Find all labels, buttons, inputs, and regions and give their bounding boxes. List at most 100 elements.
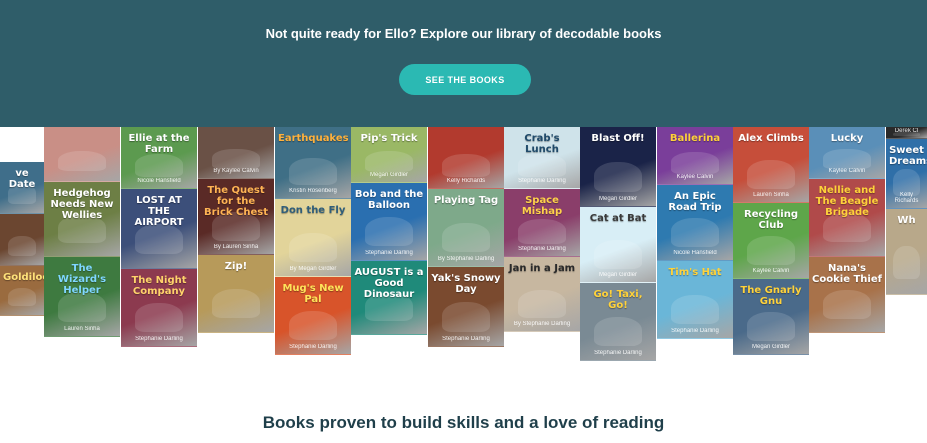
book-cover[interactable]: Goldilocks (0, 266, 44, 316)
book-column: Pip's Trick Megan Girdler Bob and the Ball… (351, 127, 427, 367)
book-title: The Gnarly Gnu (740, 285, 802, 307)
book-column: Blast Off! Megan Girdler Cat at Bat Megan G… (580, 127, 656, 367)
book-title: Lucky (830, 133, 864, 144)
book-cover[interactable]: Wh (886, 209, 927, 295)
book-cover[interactable] (0, 214, 44, 266)
book-cover[interactable]: An Epic Road Trip Nicole Hansfield (657, 185, 733, 261)
book-cover-wall: ve Date GoldilocksHedgehog Needs New Well… (0, 127, 927, 367)
cover-illustration (441, 222, 491, 253)
book-cover[interactable]: Mug's New Pal Stephanie Darling (275, 277, 351, 355)
book-cover[interactable]: Sweet Dreams Kelly Richards (886, 139, 927, 209)
book-title: Pip's Trick (360, 133, 418, 144)
cover-illustration (593, 161, 643, 192)
book-cover[interactable]: Lucky Kaylee Calvin (809, 127, 885, 179)
book-title: Mug's New Pal (282, 283, 344, 305)
book-cover[interactable]: Crab's Lunch Stephanie Darling (504, 127, 580, 189)
book-title: Crab's Lunch (524, 133, 560, 155)
book-author: Derek Cl (894, 128, 919, 134)
book-cover[interactable] (44, 127, 120, 182)
book-author: Kaylee Calvin (676, 174, 714, 180)
section-title: Books proven to build skills and a love … (262, 413, 665, 432)
cover-illustration (441, 301, 491, 332)
book-title: The Night Company (131, 275, 187, 297)
book-title: Ballerina (669, 133, 721, 144)
book-column: Alex Climbs Lauren Sinha Recycling Club Kay… (733, 127, 809, 367)
book-cover[interactable]: The Night Company Stephanie Darling (121, 269, 197, 347)
book-author: Stephanie Darling (594, 350, 642, 356)
book-author: Stephanie Darling (442, 336, 490, 342)
book-cover[interactable]: Yak's Snowy Day Stephanie Darling (428, 267, 504, 347)
book-author: Kelly Richards (894, 192, 919, 204)
book-cover[interactable]: Zip! (198, 255, 274, 333)
book-cover[interactable]: Kelly Richards (428, 127, 504, 189)
cover-illustration (288, 232, 338, 263)
book-cover[interactable]: Jan in a Jam By Stephanie Darling (504, 257, 580, 332)
book-cover[interactable]: Don the Fly By Megan Girdler (275, 199, 351, 277)
book-cover[interactable]: Ellie at the Farm Nicole Hansfield (121, 127, 197, 189)
book-cover[interactable]: Go! Taxi, Go! Stephanie Darling (580, 283, 656, 361)
book-cover[interactable]: Nellie and The Beagle Brigade (809, 179, 885, 257)
cover-illustration (822, 290, 872, 319)
cover-illustration (593, 240, 643, 269)
cover-illustration (57, 150, 107, 172)
book-column: ve Date Goldilocks (0, 127, 44, 367)
book-title: Nellie and The Beagle Brigade (815, 185, 879, 218)
book-cover[interactable]: Nana's Cookie Thief (809, 257, 885, 333)
book-cover[interactable]: Blast Off! Megan Girdler (580, 127, 656, 207)
cover-illustration (7, 287, 37, 307)
book-title: LOST AT THE AIRPORT (134, 195, 184, 228)
book-author: Kaylee Calvin (752, 268, 790, 274)
book-cover[interactable]: ve Date (0, 162, 44, 214)
book-cover[interactable]: Ballerina Kaylee Calvin (657, 127, 733, 185)
book-author: Stephanie Darling (518, 246, 566, 252)
book-column: By Kaylee Calvin The Quest for the Brick … (198, 127, 274, 367)
book-cover[interactable]: Bob and the Balloon Stephanie Darling (351, 183, 427, 261)
cover-illustration (517, 218, 567, 244)
book-title: Tim's Hat (668, 267, 722, 278)
see-the-books-button[interactable]: SEE THE BOOKS (399, 64, 531, 95)
book-column: Earthquakes Kristin Rosenberg Don the Fly B… (275, 127, 351, 367)
book-author: Kaylee Calvin (828, 168, 866, 174)
book-cover[interactable]: Cat at Bat Megan Girdler (580, 207, 656, 283)
book-cover[interactable]: LOST AT THE AIRPORT (121, 189, 197, 269)
book-cover[interactable]: Playing Tag By Stephanie Darling (428, 189, 504, 267)
book-column: Crab's Lunch Stephanie Darling Space Misha… (504, 127, 580, 367)
book-author: Nicole Hansfield (673, 250, 717, 256)
book-cover[interactable]: Tim's Hat Stephanie Darling (657, 261, 733, 339)
book-cover[interactable]: By Kaylee Calvin (198, 127, 274, 179)
banner-headline: Not quite ready for Ello? Explore our li… (265, 26, 662, 41)
book-cover[interactable]: Hedgehog Needs New Wellies (44, 182, 120, 257)
cover-illustration (441, 153, 491, 178)
book-column: Hedgehog Needs New Wellies The Wizard's H… (44, 127, 120, 367)
book-column: Lucky Kaylee Calvin Nellie and The Beagle … (809, 127, 885, 367)
book-title: Yak's Snowy Day (431, 273, 501, 295)
book-cover[interactable]: Alex Climbs Lauren Sinha (733, 127, 809, 203)
cover-illustration (746, 236, 796, 265)
book-cover[interactable]: Recycling Club Kaylee Calvin (733, 203, 809, 279)
book-column: Kelly Richards Playing Tag By Stephanie Da… (428, 127, 504, 367)
cover-illustration (364, 216, 414, 247)
book-cover[interactable]: The Wizard's Helper Lauren Sinha (44, 257, 120, 337)
book-cover[interactable]: Space Mishap Stephanie Darling (504, 189, 580, 257)
book-cover[interactable]: AUGUST is a Good Dinosaur (351, 261, 427, 335)
book-title: The Wizard's Helper (57, 263, 107, 296)
book-cover[interactable]: Pip's Trick Megan Girdler (351, 127, 427, 183)
book-author: By Stephanie Darling (437, 256, 495, 262)
book-title: Recycling Club (744, 209, 798, 231)
book-title: Earthquakes (278, 133, 349, 144)
book-author: Kristin Rosenberg (289, 188, 337, 194)
book-author: Lauren Sinha (64, 326, 100, 332)
book-author: By Megan Girdler (289, 266, 337, 272)
book-author: By Kaylee Calvin (213, 168, 259, 174)
book-title: AUGUST is a Good Dinosaur (354, 267, 424, 300)
book-author: Kelly Richards (446, 178, 486, 184)
cover-illustration (57, 291, 107, 322)
book-author: Megan Girdler (751, 344, 790, 350)
promo-banner: Not quite ready for Ello? Explore our li… (0, 0, 927, 127)
cover-illustration (670, 152, 720, 174)
book-cover[interactable]: The Gnarly Gnu Megan Girdler (733, 279, 809, 355)
book-cover[interactable]: The Quest for the Brick Chest By Lauren S… (198, 179, 274, 255)
book-author: Megan Girdler (598, 196, 637, 202)
book-cover[interactable]: Derek Cl (886, 127, 927, 139)
book-cover[interactable]: Earthquakes Kristin Rosenberg (275, 127, 351, 199)
